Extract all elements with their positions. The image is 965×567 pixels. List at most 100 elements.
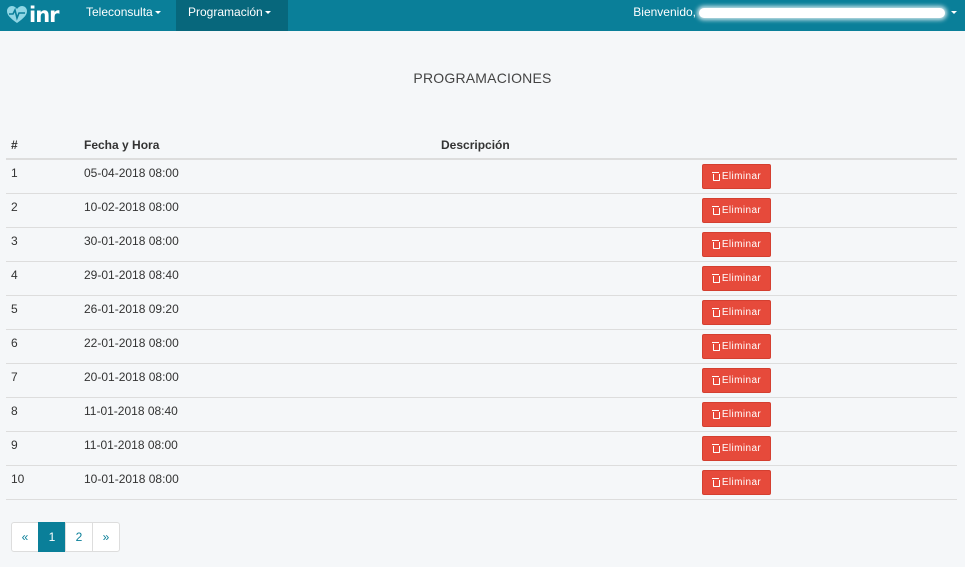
delete-button-label: Eliminar bbox=[721, 204, 762, 216]
table-row: 5 26-01-2018 09:20 Eliminar bbox=[6, 295, 957, 330]
table-row: 7 20-01-2018 08:00 Eliminar bbox=[6, 363, 957, 398]
table-header-row: # Fecha y Hora Descripción bbox=[6, 132, 957, 160]
row-description bbox=[436, 465, 693, 500]
row-index: 4 bbox=[6, 261, 79, 296]
pagination-page-1[interactable]: 1 bbox=[38, 522, 66, 552]
row-description bbox=[436, 431, 693, 466]
nav-teleconsulta-label: Teleconsulta bbox=[86, 5, 153, 19]
delete-button-label: Eliminar bbox=[721, 374, 762, 386]
row-index: 8 bbox=[6, 397, 79, 432]
table-row: 9 11-01-2018 08:00 Eliminar bbox=[6, 431, 957, 466]
table-row: 6 22-01-2018 08:00 Eliminar bbox=[6, 329, 957, 364]
trash-icon bbox=[711, 307, 720, 317]
page-title: PROGRAMACIONES bbox=[413, 70, 552, 86]
row-datetime: 05-04-2018 08:00 bbox=[79, 159, 436, 194]
programaciones-table: # Fecha y Hora Descripción 1 05-04-2018 0… bbox=[6, 132, 957, 500]
caret-down-icon bbox=[154, 11, 161, 15]
delete-button-label: Eliminar bbox=[721, 340, 762, 352]
delete-button-label: Eliminar bbox=[721, 408, 762, 420]
trash-icon bbox=[711, 341, 720, 351]
header-index: # bbox=[6, 132, 79, 160]
trash-icon bbox=[711, 443, 720, 453]
row-datetime: 11-01-2018 08:00 bbox=[79, 431, 436, 466]
row-description bbox=[436, 159, 693, 194]
row-actions: Eliminar bbox=[693, 431, 957, 466]
pagination-next[interactable]: » bbox=[92, 522, 120, 552]
trash-icon bbox=[711, 409, 720, 419]
row-datetime: 10-02-2018 08:00 bbox=[79, 193, 436, 228]
trash-icon bbox=[711, 239, 720, 249]
redacted-username bbox=[699, 7, 945, 18]
delete-button[interactable]: Eliminar bbox=[702, 231, 771, 257]
delete-button[interactable]: Eliminar bbox=[702, 164, 771, 189]
row-actions: Eliminar bbox=[693, 261, 957, 296]
nav-teleconsulta[interactable]: Teleconsulta bbox=[74, 0, 173, 31]
table-row: 3 30-01-2018 08:00 Eliminar bbox=[6, 227, 957, 262]
top-navbar: inr Teleconsulta Programación Bienvenido… bbox=[0, 0, 965, 31]
delete-button[interactable]: Eliminar bbox=[702, 401, 771, 427]
heart-logo-icon bbox=[7, 6, 27, 23]
delete-button-label: Eliminar bbox=[721, 306, 762, 318]
row-description bbox=[436, 397, 693, 432]
pagination: « 1 2 » bbox=[11, 522, 120, 552]
delete-button[interactable]: Eliminar bbox=[702, 367, 771, 393]
row-datetime: 26-01-2018 09:20 bbox=[79, 295, 436, 330]
header-description: Descripción bbox=[436, 132, 693, 160]
brand-text: inr bbox=[29, 2, 59, 27]
trash-icon bbox=[711, 375, 720, 385]
caret-down-icon bbox=[951, 11, 957, 15]
row-actions: Eliminar bbox=[693, 397, 957, 432]
row-datetime: 29-01-2018 08:40 bbox=[79, 261, 436, 296]
trash-icon bbox=[711, 205, 720, 215]
row-actions: Eliminar bbox=[693, 329, 957, 364]
delete-button[interactable]: Eliminar bbox=[702, 265, 771, 291]
row-description bbox=[436, 261, 693, 296]
row-datetime: 20-01-2018 08:00 bbox=[79, 363, 436, 398]
row-datetime: 30-01-2018 08:00 bbox=[79, 227, 436, 262]
row-index: 7 bbox=[6, 363, 79, 398]
trash-icon bbox=[711, 273, 720, 283]
row-index: 2 bbox=[6, 193, 79, 228]
trash-icon bbox=[711, 172, 720, 181]
row-index: 9 bbox=[6, 431, 79, 466]
delete-button[interactable]: Eliminar bbox=[702, 469, 771, 495]
delete-button-label: Eliminar bbox=[721, 442, 762, 454]
delete-button-label: Eliminar bbox=[721, 171, 762, 182]
row-description bbox=[436, 329, 693, 364]
user-menu[interactable]: Bienvenido, bbox=[633, 0, 957, 31]
row-description bbox=[436, 227, 693, 262]
nav-programacion[interactable]: Programación bbox=[176, 0, 288, 31]
row-actions: Eliminar bbox=[693, 465, 957, 500]
delete-button[interactable]: Eliminar bbox=[702, 435, 771, 461]
welcome-label: Bienvenido, bbox=[633, 5, 696, 19]
row-actions: Eliminar bbox=[693, 159, 957, 194]
table-row: 1 05-04-2018 08:00 Eliminar bbox=[6, 159, 957, 194]
header-actions bbox=[693, 132, 957, 160]
row-index: 5 bbox=[6, 295, 79, 330]
row-actions: Eliminar bbox=[693, 363, 957, 398]
row-datetime: 10-01-2018 08:00 bbox=[79, 465, 436, 500]
row-description bbox=[436, 363, 693, 398]
caret-down-icon bbox=[264, 11, 271, 15]
row-actions: Eliminar bbox=[693, 295, 957, 330]
header-datetime: Fecha y Hora bbox=[79, 132, 436, 160]
delete-button-label: Eliminar bbox=[721, 272, 762, 284]
row-description bbox=[436, 193, 693, 228]
trash-icon bbox=[711, 477, 720, 487]
brand-logo[interactable]: inr bbox=[6, 3, 66, 27]
nav-programacion-label: Programación bbox=[188, 5, 263, 19]
delete-button[interactable]: Eliminar bbox=[702, 197, 771, 223]
table-row: 8 11-01-2018 08:40 Eliminar bbox=[6, 397, 957, 432]
row-description bbox=[436, 295, 693, 330]
table-row: 10 10-01-2018 08:00 Eliminar bbox=[6, 465, 957, 500]
row-actions: Eliminar bbox=[693, 227, 957, 262]
row-index: 6 bbox=[6, 329, 79, 364]
delete-button[interactable]: Eliminar bbox=[702, 299, 771, 325]
table-row: 4 29-01-2018 08:40 Eliminar bbox=[6, 261, 957, 296]
delete-button[interactable]: Eliminar bbox=[702, 333, 771, 359]
table-row: 2 10-02-2018 08:00 Eliminar bbox=[6, 193, 957, 228]
row-actions: Eliminar bbox=[693, 193, 957, 228]
row-index: 1 bbox=[6, 159, 79, 194]
pagination-prev[interactable]: « bbox=[11, 522, 39, 552]
pagination-page-2[interactable]: 2 bbox=[65, 522, 93, 552]
